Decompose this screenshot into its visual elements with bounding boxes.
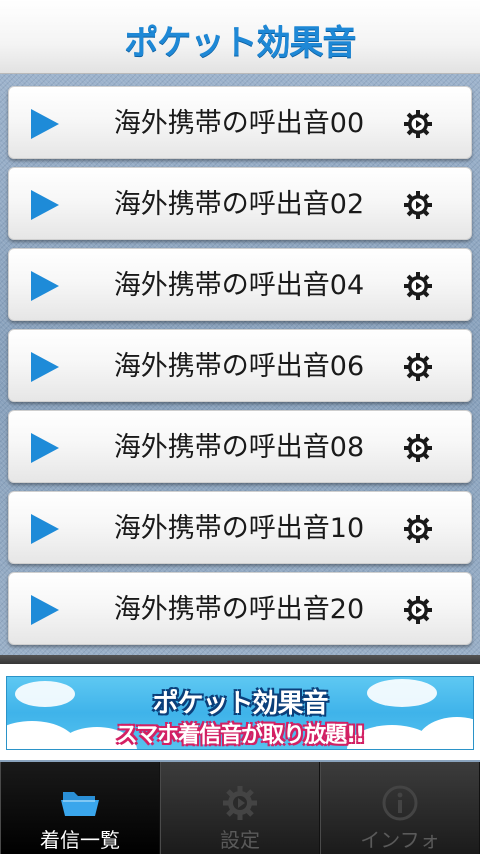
gear-icon[interactable] (403, 433, 433, 463)
play-icon[interactable] (31, 433, 59, 463)
gear-icon[interactable] (403, 109, 433, 139)
ad-area: ポケット効果音 スマホ着信音が取り放題!! (0, 664, 480, 760)
tab-label: 着信一覧 (40, 828, 120, 852)
play-icon[interactable] (31, 109, 59, 139)
gear-icon[interactable] (403, 352, 433, 382)
folder-icon (59, 784, 101, 822)
gear-icon[interactable] (403, 514, 433, 544)
bottom-tab-bar: 着信一覧 設定 インフォ (0, 762, 480, 854)
tab-settings[interactable]: 設定 (160, 762, 320, 854)
gear-icon[interactable] (403, 271, 433, 301)
ad-title: ポケット効果音 (152, 689, 328, 719)
list-item[interactable]: 海外携帯の呼出音20 (8, 572, 472, 645)
list-item-label: 海外携帯の呼出音02 (113, 189, 365, 220)
list-item[interactable]: 海外携帯の呼出音06 (8, 329, 472, 402)
list-item[interactable]: 海外携帯の呼出音10 (8, 491, 472, 564)
tab-ringtone-list[interactable]: 着信一覧 (0, 762, 160, 854)
list-item[interactable]: 海外携帯の呼出音02 (8, 167, 472, 240)
list-item[interactable]: 海外携帯の呼出音04 (8, 248, 472, 321)
list-item-label: 海外携帯の呼出音00 (113, 108, 365, 139)
list-item-label: 海外携帯の呼出音06 (113, 351, 365, 382)
play-icon[interactable] (31, 514, 59, 544)
play-icon[interactable] (31, 595, 59, 625)
app-header: ポケット効果音 (0, 0, 480, 74)
play-icon[interactable] (31, 352, 59, 382)
app-logo: ポケット効果音 (124, 23, 357, 63)
list-item-label: 海外携帯の呼出音10 (113, 513, 365, 544)
list-item-label: 海外携帯の呼出音20 (113, 594, 365, 625)
play-icon[interactable] (31, 190, 59, 220)
ad-banner[interactable]: ポケット効果音 スマホ着信音が取り放題!! (6, 676, 474, 750)
gear-icon (219, 784, 261, 822)
ad-subtitle: スマホ着信音が取り放題!! (115, 723, 365, 748)
tab-label: 設定 (220, 828, 260, 852)
list-item-label: 海外携帯の呼出音08 (113, 432, 365, 463)
list-item[interactable]: 海外携帯の呼出音08 (8, 410, 472, 483)
info-icon (379, 784, 421, 822)
gear-icon[interactable] (403, 190, 433, 220)
tab-label: インフォ (360, 828, 440, 852)
gear-icon[interactable] (403, 595, 433, 625)
play-icon[interactable] (31, 271, 59, 301)
list-item-label: 海外携帯の呼出音04 (113, 270, 365, 301)
tab-info[interactable]: インフォ (320, 762, 480, 854)
list-item[interactable]: 海外携帯の呼出音00 (8, 86, 472, 159)
